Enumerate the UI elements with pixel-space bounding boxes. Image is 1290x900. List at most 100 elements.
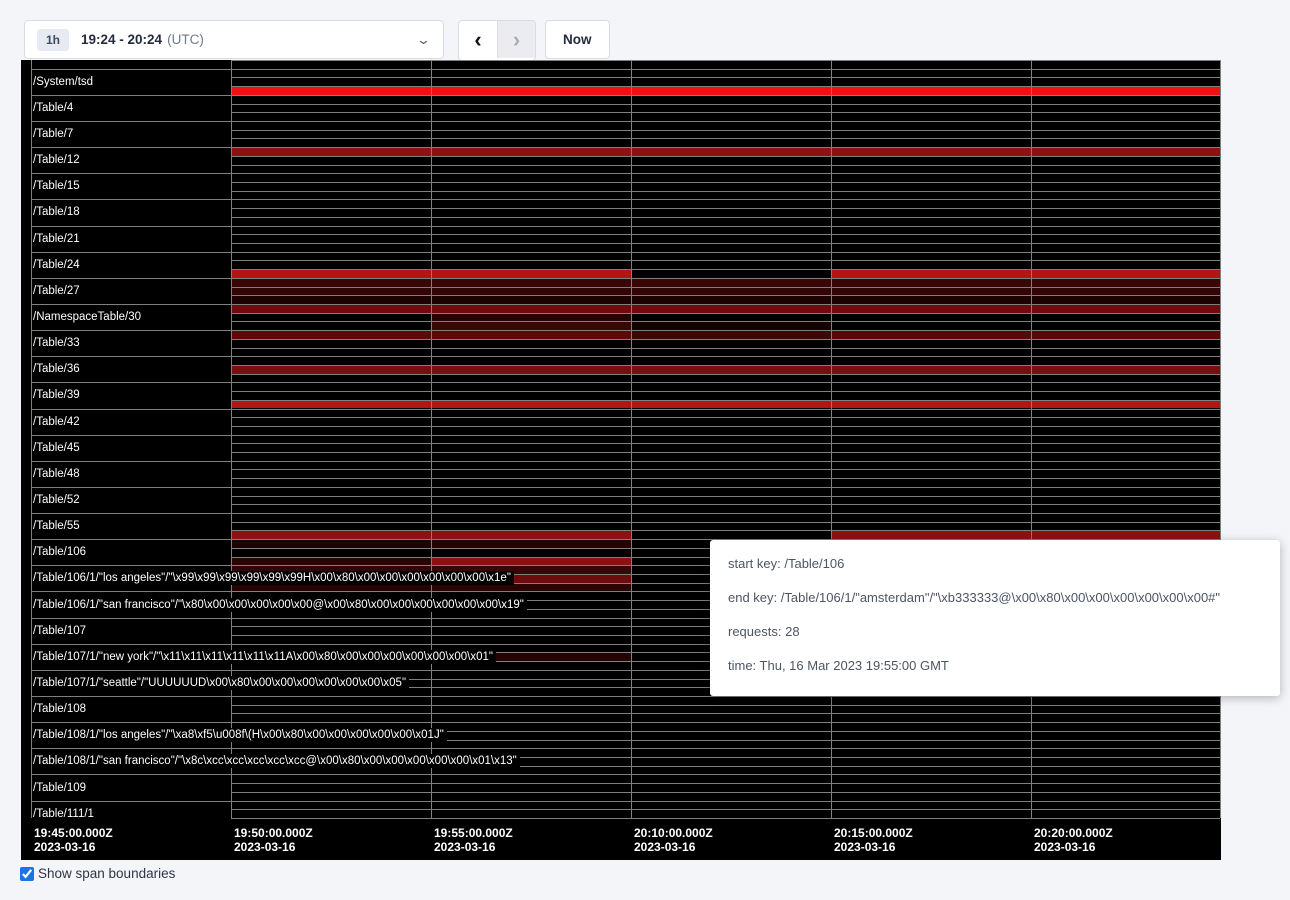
grid-line [231,260,1220,261]
heatmap-cell[interactable] [1032,401,1220,409]
grid-line [231,496,1220,497]
heatmap-cell[interactable] [832,366,1031,374]
heatmap-cell[interactable] [432,558,631,566]
row-label: /NamespaceTable/30 [32,310,144,324]
heatmap-cell[interactable] [432,322,631,330]
row-label: /Table/107/1/"seattle"/"UUUUUUD\x00\x80\… [32,676,409,690]
heatmap-cell[interactable] [1032,270,1220,278]
row-label: /Table/45 [32,441,83,455]
grid-line [31,487,1220,488]
heatmap-cell[interactable] [432,305,631,313]
row-label: /Table/108/1/"los angeles"/"\xa8\xf5\u00… [32,728,447,742]
heatmap-cell[interactable] [232,279,431,287]
heatmap-cell[interactable] [1032,305,1220,313]
heatmap-cell[interactable] [632,87,831,95]
heatmap-cell[interactable] [632,288,831,296]
heatmap-cell[interactable] [232,288,431,296]
heatmap-cell[interactable] [832,296,1031,304]
row-label: /Table/106 [32,545,89,559]
time-range-select[interactable]: 1h 19:24 - 20:24 (UTC) ⌄ [24,20,444,59]
heatmap-cell[interactable] [1032,331,1220,339]
heatmap-cell[interactable] [432,540,631,548]
show-span-boundaries-checkbox[interactable] [20,867,34,881]
heatmap-cell[interactable] [432,87,631,95]
grid-line [231,522,1220,523]
heatmap-cell[interactable] [1032,288,1220,296]
heatmap-cell[interactable] [432,296,631,304]
grid-line [431,60,432,818]
heatmap-cell[interactable] [832,270,1031,278]
heatmap-cell[interactable] [632,366,831,374]
heatmap-cell[interactable] [1032,366,1220,374]
row-label: /Table/24 [32,258,83,272]
heatmap-cell[interactable] [232,305,431,313]
heatmap-cell[interactable] [232,366,431,374]
heatmap-cell[interactable] [232,87,431,95]
heatmap-cell[interactable] [632,331,831,339]
grid-line [31,226,1220,227]
heatmap-cell[interactable] [832,331,1031,339]
grid-line [1220,60,1221,818]
hover-tooltip: start key: /Table/106 end key: /Table/10… [710,540,1280,696]
grid-line [231,818,1220,819]
heatmap-cell[interactable] [1032,279,1220,287]
heatmap-cell[interactable] [232,401,431,409]
grid-line [231,165,1220,166]
heatmap-cell[interactable] [1032,148,1220,156]
heatmap-cell[interactable] [832,401,1031,409]
heatmap-cell[interactable] [832,531,1031,539]
heatmap-cell[interactable] [632,322,831,330]
next-range-button[interactable]: › [497,21,535,58]
heatmap-cell[interactable] [432,366,631,374]
grid-line [31,199,1220,200]
row-label: /Table/15 [32,179,83,193]
grid-line [231,60,1220,61]
heatmap-cell[interactable] [632,305,831,313]
heatmap-cell[interactable] [432,270,631,278]
grid-line [631,60,632,818]
heatmap-cell[interactable] [232,296,431,304]
grid-line [231,469,1220,470]
x-axis-tick: 20:10:00.000Z2023-03-16 [634,826,713,854]
grid-line [231,156,1220,157]
now-button[interactable]: Now [545,20,610,59]
heatmap-cell[interactable] [232,331,431,339]
heatmap-cell[interactable] [632,279,831,287]
tooltip-start-key: start key: /Table/106 [728,554,1262,574]
heatmap-cell[interactable] [432,331,631,339]
heatmap-cell[interactable] [232,531,431,539]
heatmap-cell[interactable] [832,279,1031,287]
grid-line [31,382,1220,383]
tooltip-requests: requests: 28 [728,622,1262,642]
heatmap-cell[interactable] [632,296,831,304]
heatmap-cell[interactable] [232,558,431,566]
heatmap-cell[interactable] [232,540,431,548]
heatmap-cell[interactable] [432,148,631,156]
heatmap-cell[interactable] [432,401,631,409]
key-visualizer-canvas[interactable]: /System/tsd/Table/4/Table/7/Table/12/Tab… [21,60,1221,860]
heatmap-cell[interactable] [232,148,431,156]
heatmap-cell[interactable] [1032,87,1220,95]
grid-line [231,138,1220,139]
prev-range-button[interactable]: ‹ [459,21,497,58]
heatmap-cell[interactable] [432,531,631,539]
heatmap-cell[interactable] [232,270,431,278]
heatmap-cell[interactable] [632,401,831,409]
row-label: /Table/33 [32,336,83,350]
heatmap-cell[interactable] [432,314,631,322]
heatmap-cell[interactable] [632,148,831,156]
grid-line [231,713,1220,714]
grid-line [231,426,1220,427]
heatmap-cell[interactable] [432,288,631,296]
heatmap-cell[interactable] [832,87,1031,95]
grid-line [31,722,1220,723]
row-label: /Table/39 [32,388,83,402]
heatmap-cell[interactable] [1032,296,1220,304]
heatmap-cell[interactable] [1032,531,1220,539]
heatmap-cell[interactable] [832,288,1031,296]
grid-line [231,104,1220,105]
heatmap-cell[interactable] [832,148,1031,156]
row-label: /Table/36 [32,362,83,376]
heatmap-cell[interactable] [832,305,1031,313]
heatmap-cell[interactable] [432,279,631,287]
